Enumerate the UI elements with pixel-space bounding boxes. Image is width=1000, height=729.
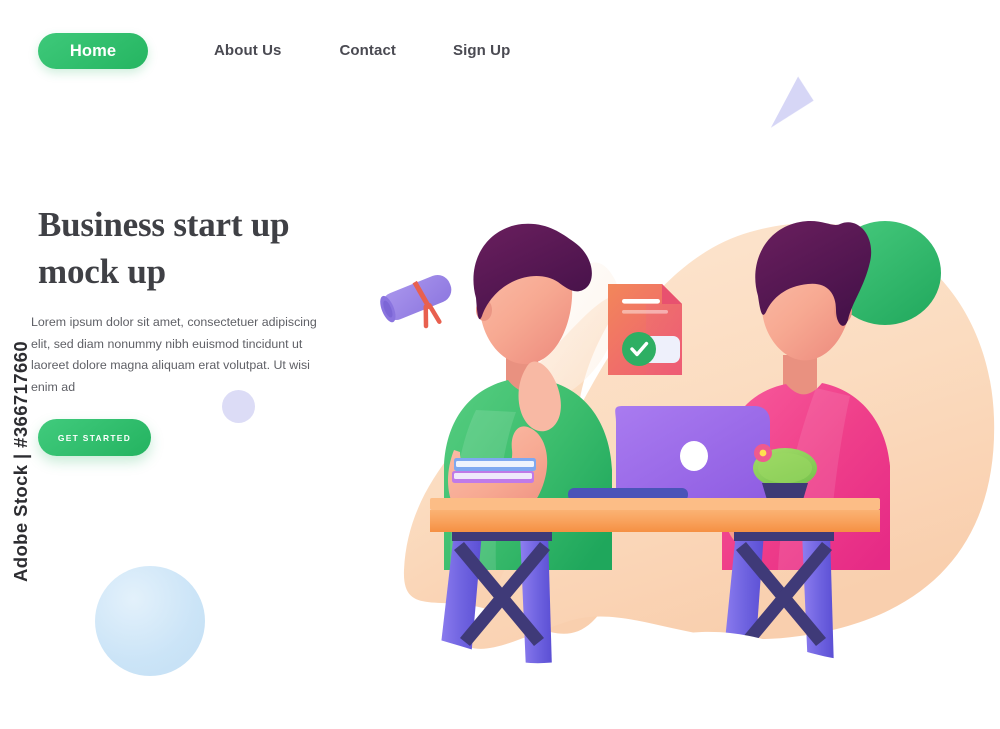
foreground-wave — [330, 624, 1000, 710]
decorative-large-circle-icon — [95, 566, 205, 676]
nav-item-about-us-label: About Us — [214, 41, 282, 59]
nav-item-contact[interactable]: Contact — [339, 42, 396, 59]
laptop-logo-icon — [680, 441, 708, 471]
diploma-scroll-icon — [380, 274, 452, 329]
nav-item-about-us[interactable]: About Us — [214, 42, 281, 59]
nav-item-home-label: Home — [69, 41, 117, 60]
desk-top — [430, 510, 880, 532]
stock-watermark: Adobe Stock | #366717660 — [10, 340, 31, 582]
nav-item-home[interactable]: Home — [38, 33, 148, 69]
books-stack-icon — [452, 458, 536, 483]
document-card-icon — [608, 284, 682, 375]
page-title: Business start up mock up — [38, 205, 290, 292]
hero-illustration — [330, 170, 1000, 710]
get-started-button-label: GET STARTED — [57, 432, 132, 443]
main-navigation: Home About Us Contact Sign Up — [0, 0, 1000, 100]
desk-top-edge — [430, 498, 880, 510]
decorative-small-circle-icon — [222, 390, 255, 423]
nav-item-sign-up[interactable]: Sign Up — [453, 42, 510, 59]
nav-item-sign-up-label: Sign Up — [453, 41, 511, 59]
get-started-button[interactable]: GET STARTED — [38, 419, 151, 456]
document-check-badge — [622, 332, 656, 366]
landing-page-canvas: Home About Us Contact Sign Up Business s… — [0, 0, 1000, 729]
nav-item-contact-label: Contact — [339, 41, 397, 59]
hero-paragraph: Lorem ipsum dolor sit amet, consectetuer… — [31, 315, 317, 394]
